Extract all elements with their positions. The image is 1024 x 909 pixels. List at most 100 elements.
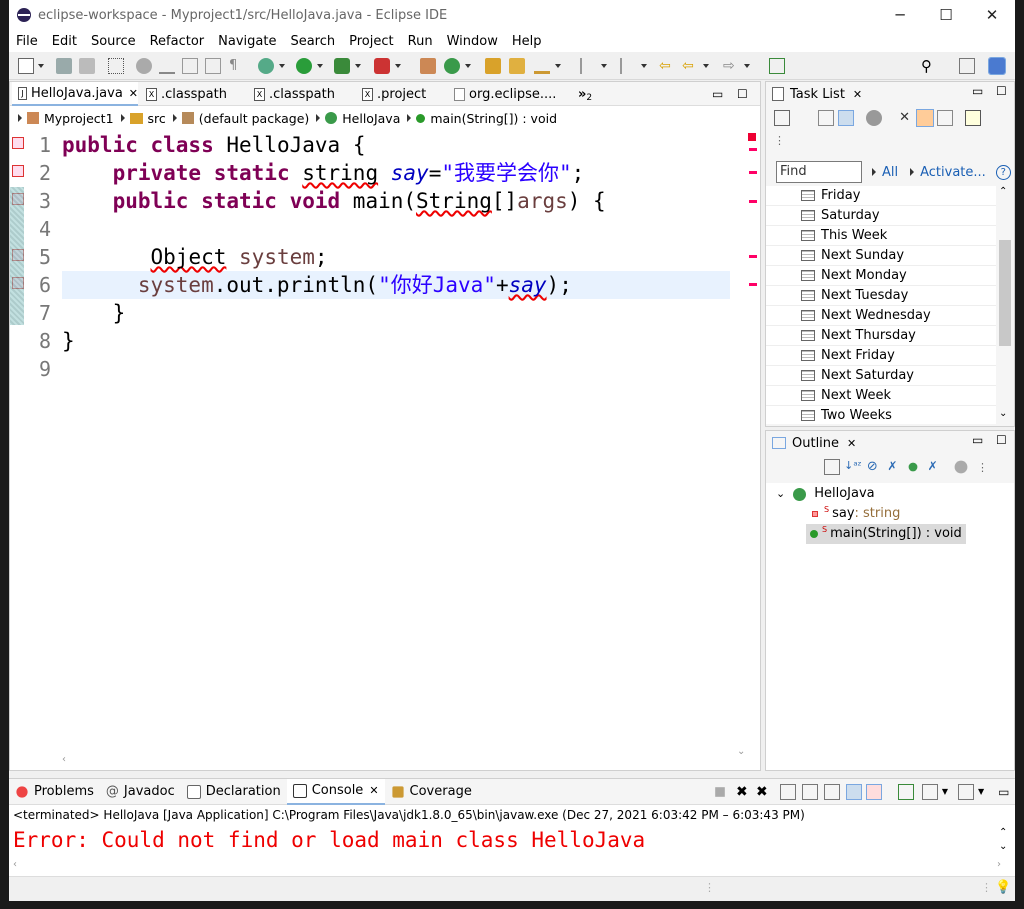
save-all-icon[interactable] (79, 58, 95, 74)
scroll-down-icon[interactable]: ⌄ (737, 746, 745, 757)
open-perspective-icon[interactable] (959, 58, 975, 74)
toggle-mark-icon[interactable] (136, 58, 152, 74)
breadcrumb-method[interactable]: main(String[]) : void (430, 111, 557, 126)
tab-classpath-2[interactable]: X .classpath (252, 82, 335, 106)
word-wrap-icon[interactable] (823, 783, 840, 800)
debug-dropdown-icon[interactable] (279, 64, 285, 68)
block-selection-icon[interactable] (182, 58, 198, 74)
task-row[interactable]: Next Friday (766, 346, 996, 366)
editor-horizontal-scrollbar[interactable]: ‹ ⌄ (62, 746, 745, 768)
previous-annotation-icon[interactable] (620, 58, 636, 74)
task-list-title[interactable]: Task List (790, 87, 845, 102)
menu-refactor[interactable]: Refactor (143, 34, 212, 49)
task-row[interactable]: Next Tuesday (766, 286, 996, 306)
java-perspective-icon[interactable] (988, 57, 1006, 75)
remove-launch-icon[interactable]: ✖ (734, 784, 750, 800)
display-console-icon[interactable] (921, 783, 938, 800)
task-row[interactable]: Next Wednesday (766, 306, 996, 326)
scroll-up-icon[interactable]: ⌃ (999, 186, 1007, 197)
tab-org-eclipse[interactable]: org.eclipse.... (452, 82, 556, 106)
all-link[interactable]: All (882, 165, 898, 180)
last-edit-icon[interactable]: ⇦ (659, 58, 675, 74)
run-icon[interactable] (296, 58, 312, 74)
tab-classpath-1[interactable]: X .classpath (144, 82, 227, 106)
view-menu-icon[interactable]: ⋮ (774, 134, 785, 147)
tip-lightbulb-icon[interactable]: 💡 (995, 880, 1011, 895)
open-task-icon[interactable] (509, 58, 525, 74)
breadcrumb-package[interactable]: (default package) (199, 111, 309, 126)
task-repositories-icon[interactable] (964, 110, 981, 126)
back-dropdown-icon[interactable] (703, 64, 709, 68)
task-row[interactable]: Two Weeks (766, 406, 996, 424)
menu-file[interactable]: File (9, 34, 45, 49)
help-icon[interactable]: ? (995, 164, 1011, 180)
console-scroll-up-icon[interactable]: ⌃ (999, 827, 1007, 838)
overview-error-marker[interactable] (749, 148, 757, 151)
forward-icon[interactable]: ⇨ (723, 58, 739, 74)
scroll-lock-icon[interactable] (801, 783, 818, 800)
code-line-8[interactable]: } (62, 327, 730, 355)
pin-editor-icon[interactable] (769, 58, 785, 74)
next-annotation-dropdown-icon[interactable] (601, 64, 607, 68)
collapse-all-icon[interactable] (936, 110, 953, 126)
sort-icon[interactable]: ↓ᵃᶻ (844, 459, 862, 475)
new-java-package-icon[interactable] (420, 58, 436, 74)
task-row[interactable]: Next Monday (766, 266, 996, 286)
collapse-all-icon[interactable] (824, 459, 840, 475)
tab-overflow[interactable]: » 2 (578, 82, 592, 106)
tab-declaration[interactable]: Declaration (181, 779, 287, 805)
scrollbar-thumb[interactable] (999, 240, 1011, 346)
task-list-close-icon[interactable]: ✕ (853, 88, 862, 101)
new-icon[interactable] (18, 58, 34, 74)
tab-javadoc[interactable]: @ Javadoc (100, 779, 181, 805)
outline-minimize-icon[interactable]: ▭ (972, 433, 983, 447)
edit-icon[interactable] (159, 58, 175, 74)
outline-title[interactable]: Outline (792, 436, 839, 451)
coverage-dropdown-icon[interactable] (355, 64, 361, 68)
minimize-button[interactable]: ─ (877, 0, 923, 30)
search-tool-icon[interactable] (534, 58, 550, 74)
expand-chevron-icon[interactable]: ⌄ (776, 484, 785, 504)
code-line-7[interactable]: } (62, 299, 730, 327)
show-stderr-icon[interactable] (865, 783, 882, 800)
console-minimize-icon[interactable]: ▭ (998, 785, 1009, 799)
menu-navigate[interactable]: Navigate (211, 34, 283, 49)
word-wrap-icon[interactable] (205, 58, 221, 74)
editor-maximize-icon[interactable]: ☐ (737, 82, 748, 106)
outline-view-menu-icon[interactable]: ⋮ (977, 461, 988, 474)
breadcrumb-project[interactable]: Myproject1 (44, 111, 114, 126)
menu-source[interactable]: Source (84, 34, 143, 49)
open-console-dropdown-icon[interactable]: ▼ (978, 787, 984, 796)
search-icon[interactable]: ⚲ (921, 58, 937, 74)
task-find-input[interactable]: Find (776, 161, 862, 183)
pin-console-icon[interactable] (897, 783, 914, 800)
new-java-class-icon[interactable] (444, 58, 460, 74)
task-row[interactable]: Next Saturday (766, 366, 996, 386)
run-dropdown-icon[interactable] (317, 64, 323, 68)
scheduled-icon[interactable] (838, 110, 855, 126)
open-type-icon[interactable] (485, 58, 501, 74)
task-list-scrollbar[interactable]: ⌃ ⌄ (996, 186, 1014, 424)
show-stdout-icon[interactable] (845, 783, 862, 800)
breadcrumb-src[interactable]: src (148, 111, 166, 126)
hide-local-types-icon[interactable]: ✗ (925, 459, 941, 475)
outline-method-node[interactable]: S main(String[]) : void (806, 524, 966, 544)
forward-dropdown-icon[interactable] (744, 64, 750, 68)
overview-ruler[interactable] (746, 131, 760, 751)
display-console-dropdown-icon[interactable]: ▼ (942, 787, 948, 796)
skip-breakpoints-icon[interactable] (108, 58, 124, 74)
task-row[interactable]: This Week (766, 226, 996, 246)
tab-coverage[interactable]: Coverage (385, 779, 478, 805)
tab-problems[interactable]: Problems (9, 779, 100, 805)
search-tool-dropdown-icon[interactable] (555, 64, 561, 68)
code-line-9[interactable] (62, 355, 730, 383)
previous-annotation-dropdown-icon[interactable] (641, 64, 647, 68)
scroll-left-icon[interactable]: ‹ (62, 754, 66, 765)
editor-minimize-icon[interactable]: ▭ (712, 82, 723, 106)
scroll-down-icon[interactable]: ⌄ (999, 408, 1007, 419)
new-task-icon[interactable] (774, 110, 790, 126)
console-close-icon[interactable]: ✕ (369, 784, 378, 797)
activate-link[interactable]: Activate... (920, 165, 986, 180)
overview-error-marker[interactable] (749, 171, 757, 174)
overview-error-marker[interactable] (749, 200, 757, 203)
